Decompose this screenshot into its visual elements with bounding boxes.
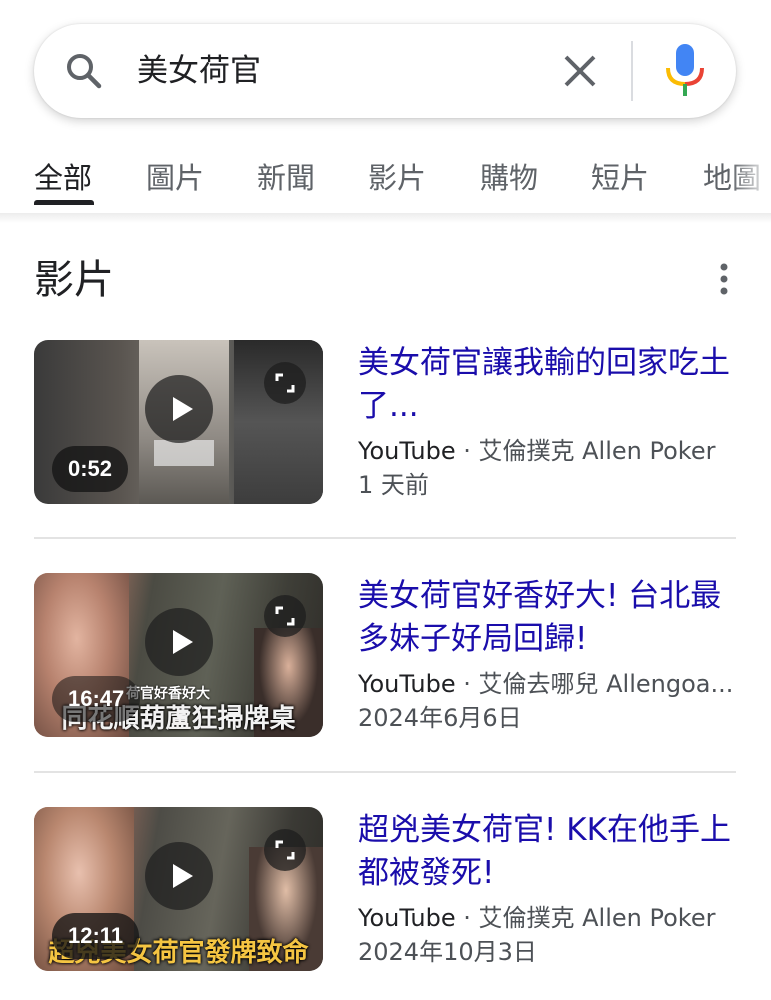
video-source: YouTube · 艾倫撲克 Allen Poker xyxy=(358,904,716,932)
search-box[interactable]: 美女荷官 xyxy=(34,24,736,118)
play-icon[interactable] xyxy=(145,608,213,676)
video-source-site: YouTube xyxy=(358,670,456,698)
search-tabs: 全部 圖片 新聞 影片 購物 短片 地圖 xyxy=(0,150,771,210)
section-title: 影片 xyxy=(34,257,114,303)
video-result[interactable]: 超兇美女荷官發牌致命 12:11 超兇美女荷官! KK在他手上都被發死! You… xyxy=(34,807,736,971)
tab-shorts[interactable]: 短片 xyxy=(591,158,649,198)
search-icon[interactable] xyxy=(64,51,104,91)
video-source-site: YouTube xyxy=(358,437,456,465)
play-icon[interactable] xyxy=(145,375,213,443)
video-thumbnail[interactable]: 超兇美女荷官發牌致命 12:11 xyxy=(34,807,323,971)
search-divider xyxy=(631,41,633,101)
video-duration: 16:47 xyxy=(52,676,141,722)
active-tab-indicator xyxy=(34,200,94,205)
video-result[interactable]: 荷官好香好大 同花順葫蘆狂掃牌桌 16:47 美女荷官好香好大! 台北最多妹子好… xyxy=(34,573,736,737)
play-icon[interactable] xyxy=(145,842,213,910)
tab-shopping[interactable]: 購物 xyxy=(480,158,538,198)
search-input[interactable]: 美女荷官 xyxy=(137,48,261,94)
video-duration: 0:52 xyxy=(52,446,129,492)
video-thumbnail[interactable]: 0:52 xyxy=(34,340,323,504)
video-source: YouTube · 艾倫去哪兒 Allengoa... xyxy=(358,670,734,698)
tab-news[interactable]: 新聞 xyxy=(257,158,315,198)
clear-icon[interactable] xyxy=(560,51,600,91)
video-channel: 艾倫撲克 Allen Poker xyxy=(478,437,716,465)
expand-icon[interactable] xyxy=(264,595,306,637)
video-source-site: YouTube xyxy=(358,904,456,932)
video-source: YouTube · 艾倫撲克 Allen Poker xyxy=(358,437,716,465)
tabs-fade xyxy=(731,150,771,210)
video-result[interactable]: 0:52 美女荷官讓我輸的回家吃土了... YouTube · 艾倫撲克 All… xyxy=(34,340,736,504)
expand-icon[interactable] xyxy=(264,829,306,871)
video-thumbnail[interactable]: 荷官好香好大 同花順葫蘆狂掃牌桌 16:47 xyxy=(34,573,323,737)
tab-videos[interactable]: 影片 xyxy=(368,158,426,198)
video-title[interactable]: 美女荷官好香好大! 台北最多妹子好局回歸! xyxy=(358,575,738,661)
tab-all[interactable]: 全部 xyxy=(34,158,92,198)
row-divider xyxy=(34,771,736,773)
video-channel: 艾倫撲克 Allen Poker xyxy=(478,904,716,932)
video-date: 1 天前 xyxy=(358,471,429,499)
video-date: 2024年6月6日 xyxy=(358,704,522,732)
expand-icon[interactable] xyxy=(264,362,306,404)
tabs-shadow xyxy=(0,213,771,223)
video-title[interactable]: 超兇美女荷官! KK在他手上都被發死! xyxy=(358,809,738,895)
video-duration: 12:11 xyxy=(52,913,140,959)
video-date: 2024年10月3日 xyxy=(358,938,537,966)
microphone-icon[interactable] xyxy=(661,42,709,100)
row-divider xyxy=(34,537,736,539)
video-title[interactable]: 美女荷官讓我輸的回家吃土了... xyxy=(358,342,738,428)
tab-images[interactable]: 圖片 xyxy=(146,158,204,198)
video-channel: 艾倫去哪兒 Allengoa... xyxy=(478,670,734,698)
more-vert-icon[interactable] xyxy=(714,262,734,296)
